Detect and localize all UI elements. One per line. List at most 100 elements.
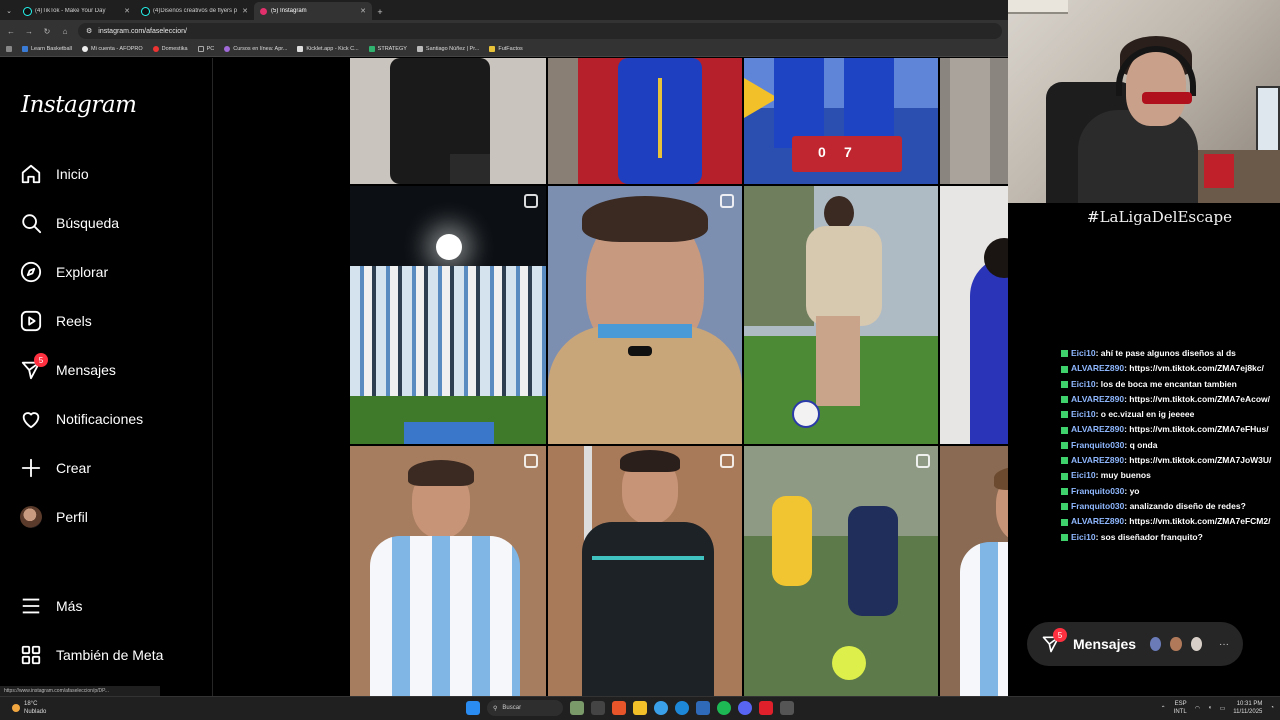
home-icon[interactable]: ⌂ <box>60 27 70 36</box>
close-tab-icon[interactable]: ✕ <box>242 7 248 15</box>
url-bar[interactable]: ⚙ instagram.com/afaseleccion/ <box>78 23 1002 39</box>
notifications-bell-icon[interactable]: ◔ <box>1270 705 1274 711</box>
widgets-app-icon[interactable] <box>570 701 584 715</box>
post-thumbnail[interactable]: 6 <box>940 186 1008 444</box>
nav-item-crear[interactable]: Crear <box>20 456 91 480</box>
nav-item-reels[interactable]: Reels <box>20 309 92 333</box>
tab-search-menu-icon[interactable]: ⌄ <box>0 2 18 20</box>
nav-item-perfil[interactable]: Perfil <box>20 505 88 529</box>
carousel-marker-icon <box>916 454 930 468</box>
compass-icon <box>20 261 42 283</box>
messages-floating-button[interactable]: 5 Mensajes ··· <box>1027 622 1243 666</box>
post-thumbnail[interactable] <box>548 58 742 184</box>
nav-item-inicio[interactable]: Inicio <box>20 162 89 186</box>
file-explorer-icon[interactable] <box>633 701 647 715</box>
nav-item-mensajes[interactable]: 5 Mensajes <box>20 353 116 382</box>
post-thumbnail[interactable] <box>548 186 742 444</box>
nav-label: Reels <box>56 313 92 329</box>
chat-message: ALVAREZ890: https://vm.tiktok.com/ZMA7eF… <box>1061 514 1280 529</box>
discord-icon[interactable] <box>738 701 752 715</box>
brave-browser-icon[interactable] <box>612 701 626 715</box>
post-thumbnail[interactable] <box>350 58 546 184</box>
chrome-icon[interactable] <box>654 701 668 715</box>
chat-message: Eici10: o ec.vizual en ig jeeeee <box>1061 407 1280 422</box>
bookmark-item[interactable]: Kicklet.app - Kick C... <box>297 46 359 52</box>
battery-icon[interactable]: ▭ <box>1220 705 1226 712</box>
bookmark-item[interactable]: Cursos en línea: Apr... <box>224 46 287 52</box>
back-arrow-icon[interactable]: ← <box>6 27 16 36</box>
nav-label: Perfil <box>56 509 88 525</box>
profile-avatar <box>20 506 42 528</box>
post-thumbnail[interactable] <box>350 186 546 444</box>
nav-label: Más <box>56 598 83 614</box>
obs-icon[interactable] <box>780 701 794 715</box>
score-home: 0 <box>818 144 826 160</box>
apps-grid-icon[interactable] <box>6 46 12 52</box>
edge-icon[interactable] <box>675 701 689 715</box>
bookmark-item[interactable]: Mi cuenta - AFOPRO <box>81 46 143 52</box>
weather-desc: Nublado <box>24 709 47 715</box>
reels-icon <box>20 310 42 332</box>
post-thumbnail[interactable] <box>350 446 546 696</box>
nav-item-tambien-de-meta[interactable]: También de Meta <box>20 643 163 667</box>
search-icon: ⚲ <box>493 705 498 712</box>
spotify-icon[interactable] <box>717 701 731 715</box>
address-toolbar: ← → ↻ ⌂ ⚙ instagram.com/afaseleccion/ <box>0 20 1008 42</box>
new-tab-button[interactable]: + <box>372 7 388 20</box>
app-red-icon[interactable] <box>759 701 773 715</box>
post-thumbnail[interactable] <box>548 446 742 696</box>
chat-message: Franquito030: analizando diseño de redes… <box>1061 499 1280 514</box>
close-tab-icon[interactable]: ✕ <box>360 7 366 15</box>
nav-item-mas[interactable]: Más <box>20 594 82 618</box>
nav-item-notificaciones[interactable]: Notificaciones <box>20 407 143 431</box>
bookmark-folder[interactable]: PC <box>197 46 214 52</box>
browser-tab-instagram[interactable]: (5) Instagram ✕ <box>254 2 372 20</box>
nav-label: Explorar <box>56 264 109 280</box>
stream-chat: Eici10: ahí te pase algunos diseños al d… <box>1061 346 1280 545</box>
store-icon[interactable] <box>696 701 710 715</box>
weather-widget[interactable]: 18°C Nublado <box>12 700 46 716</box>
chat-message: Franquito030: q onda <box>1061 438 1280 453</box>
bookmark-item[interactable]: Santiago Núñez | Pr... <box>416 46 479 52</box>
score-away: 7 <box>844 144 852 160</box>
forward-arrow-icon[interactable]: → <box>24 27 34 36</box>
bookmark-item[interactable]: STRATEGY <box>368 46 407 52</box>
weather-icon <box>12 704 20 712</box>
language-indicator[interactable]: ESP INTL <box>1174 700 1187 716</box>
post-thumbnail[interactable]: 0 7 <box>744 58 938 184</box>
tab-title: (5) Instagram <box>271 8 307 14</box>
post-thumbnail[interactable] <box>940 58 1008 184</box>
clock[interactable]: 10:31 PM 11/11/2025 <box>1233 700 1262 716</box>
volume-icon[interactable]: ◖ <box>1208 705 1212 711</box>
browser-tab-tiktok[interactable]: (4)TikTok - Make Your Day ✕ <box>18 2 136 20</box>
chat-message: Franquito030: yo <box>1061 484 1280 499</box>
bookmark-item[interactable]: FutFactos <box>489 46 523 52</box>
tiktok-icon <box>24 7 31 15</box>
nav-label: También de Meta <box>56 647 164 663</box>
stream-hashtag: #LaLigaDelEscape <box>1087 208 1232 226</box>
post-thumbnail[interactable] <box>940 446 1008 696</box>
streamer-webcam <box>1008 0 1280 203</box>
post-thumbnail[interactable] <box>744 446 938 696</box>
nav-label: Mensajes <box>56 362 116 378</box>
start-windows-icon[interactable] <box>466 701 480 715</box>
nav-item-explorar[interactable]: Explorar <box>20 260 108 284</box>
instagram-logo[interactable]: Instagram <box>21 92 137 118</box>
site-info-icon[interactable]: ⚙ <box>86 27 92 35</box>
bookmark-item[interactable]: Learn Basketball <box>22 46 72 52</box>
taskbar-search[interactable]: ⚲ Buscar <box>487 700 563 716</box>
tray-chevron-icon[interactable]: ⌃ <box>1161 705 1166 712</box>
messages-label: Mensajes <box>1073 636 1137 652</box>
chat-message: ALVAREZ890: https://vm.tiktok.com/ZMA7ej… <box>1061 361 1280 376</box>
reload-icon[interactable]: ↻ <box>42 27 52 36</box>
wifi-icon[interactable]: ◠ <box>1195 705 1200 712</box>
unread-badge: 5 <box>1053 628 1067 642</box>
chat-message: Eici10: los de boca me encantan tambien <box>1061 377 1280 392</box>
post-thumbnail[interactable] <box>744 186 938 444</box>
bookmark-item[interactable]: Domestika <box>152 46 188 52</box>
task-view-icon[interactable] <box>591 701 605 715</box>
close-tab-icon[interactable]: ✕ <box>124 7 130 15</box>
browser-tab-tiktok-flyers[interactable]: (4)Diseños creativos de flyers p ✕ <box>136 2 254 20</box>
plus-icon <box>20 457 42 479</box>
nav-item-busqueda[interactable]: Búsqueda <box>20 211 119 235</box>
